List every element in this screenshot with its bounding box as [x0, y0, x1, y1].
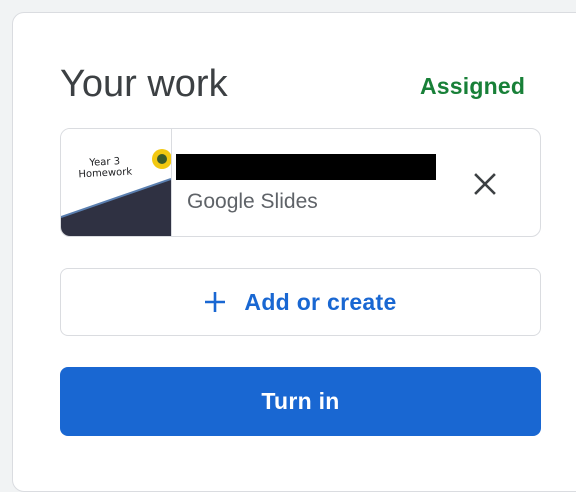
- redacted-file-name: [176, 154, 436, 180]
- slide-thumbnail-graphic: [61, 149, 171, 236]
- plus-icon: [204, 291, 226, 313]
- panel-title: Your work: [60, 63, 228, 105]
- add-or-create-label: Add or create: [244, 288, 397, 315]
- turn-in-button[interactable]: Turn in: [60, 367, 541, 436]
- add-or-create-button[interactable]: Add or create: [60, 268, 541, 336]
- turn-in-label: Turn in: [261, 388, 340, 414]
- remove-attachment-button[interactable]: [465, 164, 505, 204]
- thumbnail-text: Year 3 Homework: [78, 156, 133, 181]
- attachment-thumbnail[interactable]: Year 3 Homework: [61, 129, 172, 236]
- status-badge: Assigned: [420, 73, 526, 99]
- close-icon: [474, 173, 496, 195]
- attachment-type: Google Slides: [187, 190, 318, 213]
